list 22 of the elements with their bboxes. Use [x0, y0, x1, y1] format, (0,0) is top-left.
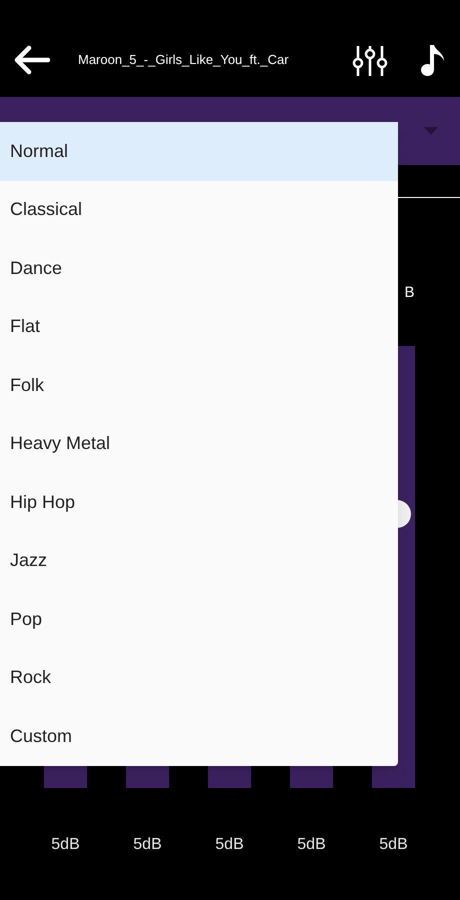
preset-menu-item[interactable]: Heavy Metal	[0, 414, 398, 473]
preset-menu-item[interactable]: Classical	[0, 180, 398, 239]
band-gain-label: 5dB	[133, 835, 162, 855]
preset-menu-item[interactable]: Hip Hop	[0, 473, 398, 532]
preset-menu-item[interactable]: Custom	[0, 707, 398, 766]
equalizer-icon[interactable]	[352, 44, 388, 76]
back-arrow-icon[interactable]	[14, 44, 50, 74]
preset-menu-item[interactable]: Pop	[0, 590, 398, 648]
preset-menu-item[interactable]: Flat	[0, 298, 398, 356]
band-gain-label: 5dB	[297, 835, 326, 855]
preset-menu-item[interactable]: Rock	[0, 648, 398, 707]
band-gain-label: 5dB	[379, 835, 408, 855]
song-title: Maroon_5_-_Girls_Like_You_ft._Car	[78, 50, 289, 69]
preset-menu-item[interactable]: Folk	[0, 356, 398, 414]
music-note-icon[interactable]	[420, 42, 446, 76]
band-gain-label: 5dB	[215, 835, 244, 855]
band-gain-label: 5dB	[51, 835, 80, 855]
dropdown-caret-icon	[424, 127, 438, 135]
preset-menu-item[interactable]: Jazz	[0, 532, 398, 590]
preset-menu-item[interactable]: Normal	[0, 122, 398, 180]
preset-menu-item[interactable]: Dance	[0, 239, 398, 298]
band-top-label: B	[404, 282, 414, 303]
